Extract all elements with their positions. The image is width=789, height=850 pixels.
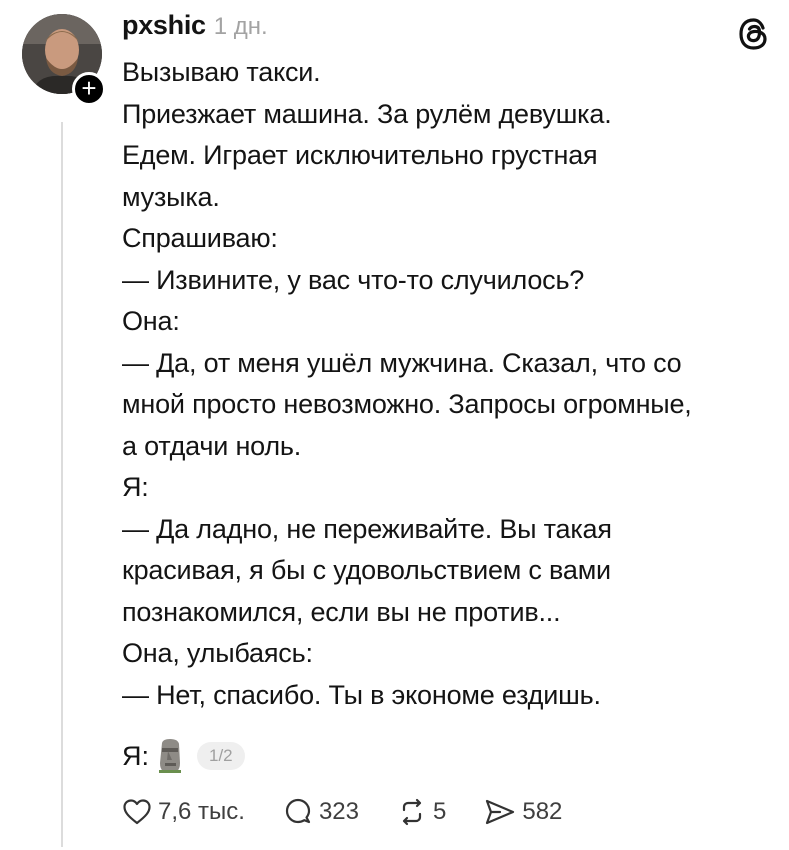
comment-icon (283, 797, 313, 827)
post-line: — Нет, спасибо. Ты в экономе ездишь. (122, 679, 601, 710)
last-line-prefix: Я: (122, 740, 149, 771)
like-count: 7,6 тыс. (158, 798, 245, 825)
action-bar: 7,6 тыс. 323 5 582 (122, 792, 600, 832)
post-line: а отдачи ноль. (122, 430, 302, 461)
post-time: 1 дн. (213, 13, 268, 40)
post-line: Спрашиваю: (122, 223, 278, 253)
post-line: — Да ладно, не переживайте. Вы такая (122, 513, 612, 544)
threads-logo-icon[interactable] (736, 16, 772, 52)
reply-count: 323 (318, 798, 359, 825)
post-line: Я: (122, 472, 149, 502)
post-last-line: Я: 1/2 (122, 736, 245, 776)
post-body: Вызываю такси. Приезжает машина. За рулё… (122, 52, 772, 716)
post-line: Она: (122, 306, 180, 336)
post-line: музыка. (122, 181, 220, 212)
share-icon (484, 797, 516, 827)
post-line: Едем. Играет исключительно грустная (122, 140, 598, 170)
page-indicator: 1/2 (197, 742, 245, 770)
post-line: Она, улыбаясь: (122, 638, 313, 668)
repost-button[interactable]: 5 (397, 797, 446, 827)
post-line: познакомился, если вы не против... (122, 596, 561, 627)
like-button[interactable]: 7,6 тыс. (122, 798, 245, 826)
post-header: pxshic 1 дн. (122, 10, 268, 50)
share-count: 582 (522, 798, 563, 825)
share-button[interactable]: 582 (484, 797, 562, 827)
username[interactable]: pxshic (122, 10, 206, 41)
heart-icon (122, 798, 152, 826)
post-line: мной просто невозможно. Запросы огромные… (122, 389, 692, 419)
post-line: Вызываю такси. (122, 57, 321, 87)
moai-icon (157, 739, 183, 773)
repost-count: 5 (433, 798, 447, 825)
post-line: — Извините, у вас что-то случилось? (122, 264, 585, 295)
post-line: Приезжает машина. За рулём девушка. (122, 98, 612, 129)
thread-line (61, 122, 63, 847)
repost-icon (397, 797, 427, 827)
comment-button[interactable]: 323 (283, 797, 359, 827)
post-line: — Да, от меня ушёл мужчина. Сказал, что … (122, 347, 682, 378)
post-line: красивая, я бы с удовольствием с вами (122, 555, 611, 585)
follow-plus-icon[interactable]: + (72, 72, 106, 106)
